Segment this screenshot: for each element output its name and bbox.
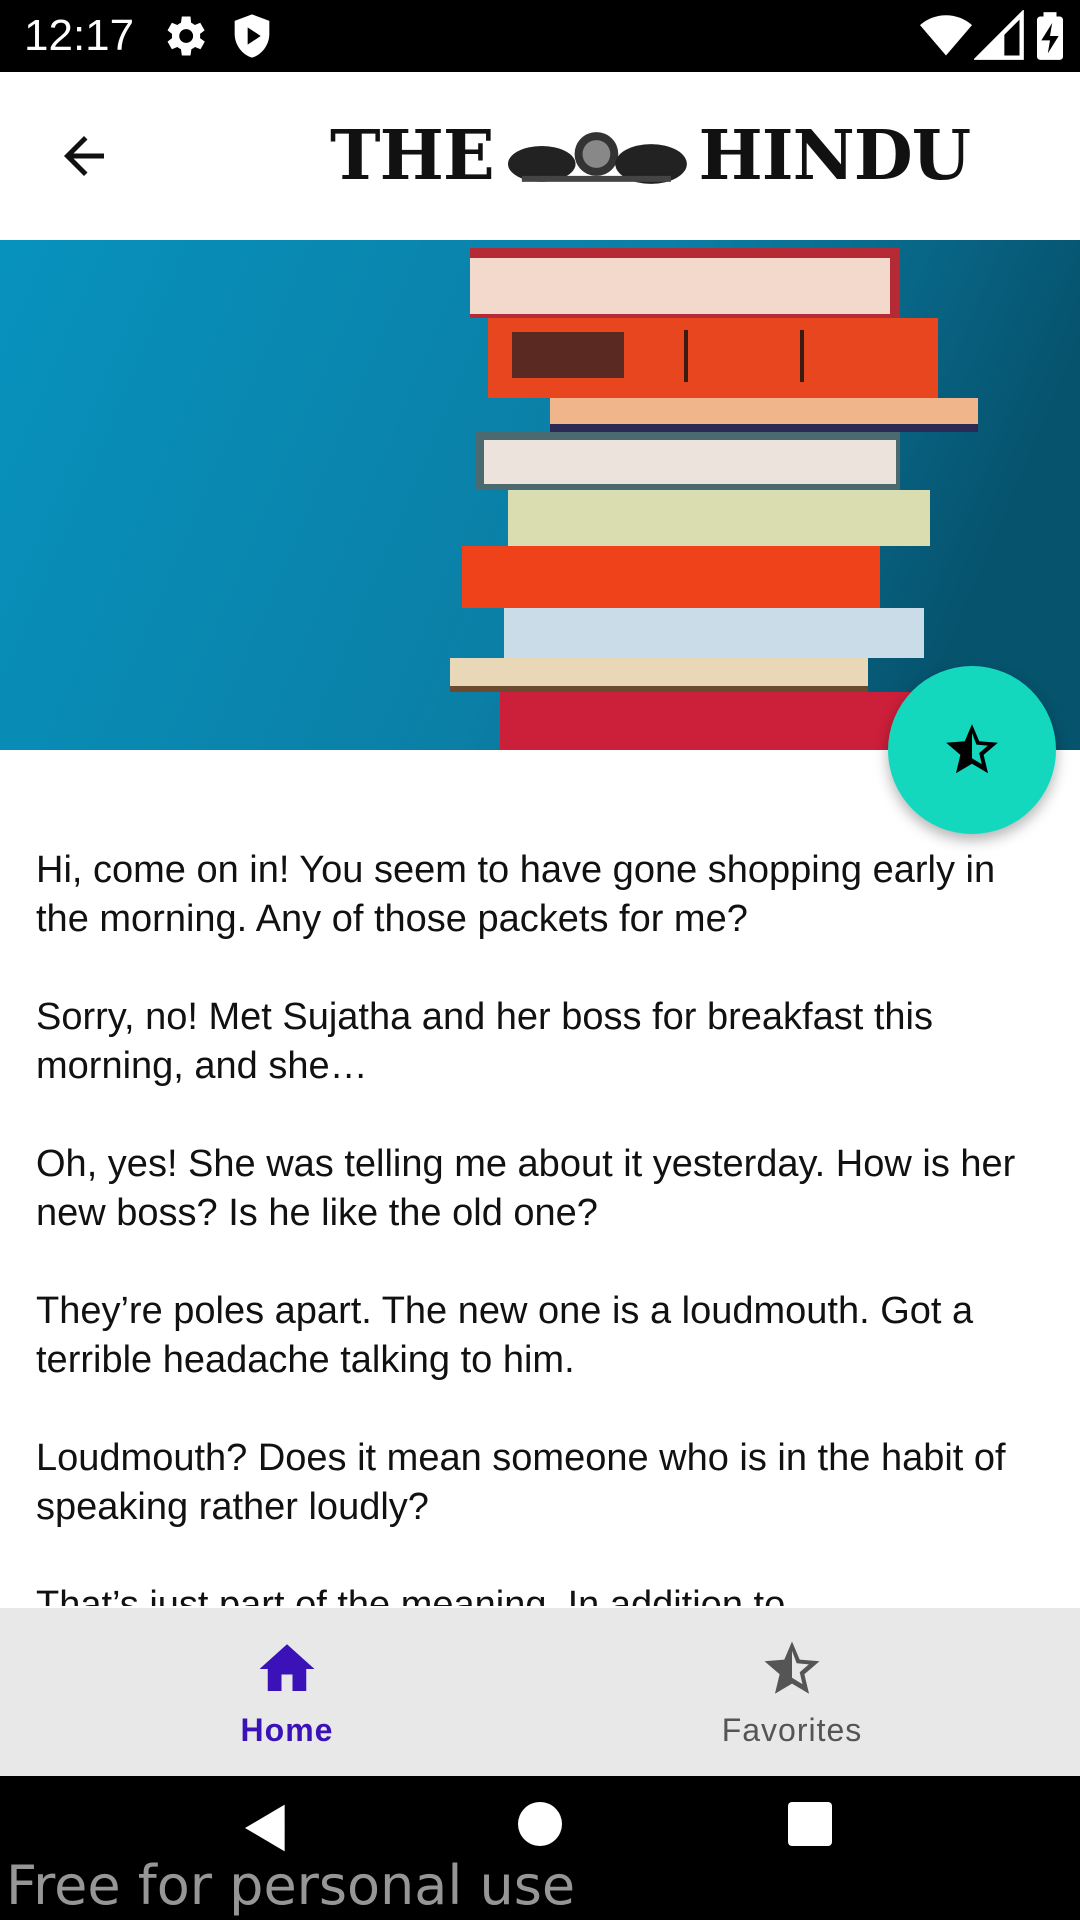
arrow-back-icon xyxy=(64,136,104,176)
hero-image xyxy=(0,240,1080,750)
article-paragraph: They’re poles apart. The new one is a lo… xyxy=(36,1290,974,1381)
status-bar: 12:17 xyxy=(0,0,1080,72)
shield-icon xyxy=(234,14,270,58)
article-paragraph: That’s just part of the meaning. In addi… xyxy=(36,1584,786,1606)
the-hindu-logo: THE HINDU xyxy=(330,116,971,196)
logo-text-left: THE xyxy=(330,116,495,196)
battery-charging-icon xyxy=(1037,12,1063,60)
logo-text-right: HINDU xyxy=(698,116,971,196)
star-half-icon xyxy=(946,724,998,774)
status-time: 12:17 xyxy=(24,11,135,60)
article-paragraph: Oh, yes! She was telling me about it yes… xyxy=(36,1143,1016,1234)
back-button[interactable] xyxy=(40,112,128,200)
stack-of-books-image xyxy=(0,240,1080,750)
signal-icon xyxy=(974,10,1024,60)
star-icon xyxy=(764,1641,820,1694)
nav-item-favorites[interactable]: Favorites xyxy=(522,1608,1062,1776)
emblem-icon xyxy=(507,132,687,184)
nav-home-icon[interactable] xyxy=(516,1800,564,1848)
watermark-text: Free for personal use xyxy=(6,1854,576,1917)
nav-back-icon[interactable] xyxy=(238,1800,294,1856)
wifi-icon xyxy=(920,15,972,56)
nav-item-home[interactable]: Home xyxy=(17,1608,557,1776)
bottom-navigation: Home Favorites xyxy=(0,1608,1080,1776)
favorite-fab-button[interactable] xyxy=(888,666,1056,834)
settings-icon xyxy=(167,16,205,56)
app-bar: THE HINDU xyxy=(0,72,1080,240)
article-paragraph: Hi, come on in! You seem to have gone sh… xyxy=(36,849,996,940)
nav-label-home: Home xyxy=(240,1711,334,1748)
article-body: Hi, come on in! You seem to have gone sh… xyxy=(36,846,1046,1606)
nav-recents-icon[interactable] xyxy=(786,1800,834,1848)
home-icon xyxy=(259,1643,315,1691)
article-paragraph: Sorry, no! Met Sujatha and her boss for … xyxy=(36,996,933,1087)
article-paragraph: Loudmouth? Does it mean someone who is i… xyxy=(36,1437,1006,1528)
nav-label-favorites: Favorites xyxy=(721,1711,863,1748)
